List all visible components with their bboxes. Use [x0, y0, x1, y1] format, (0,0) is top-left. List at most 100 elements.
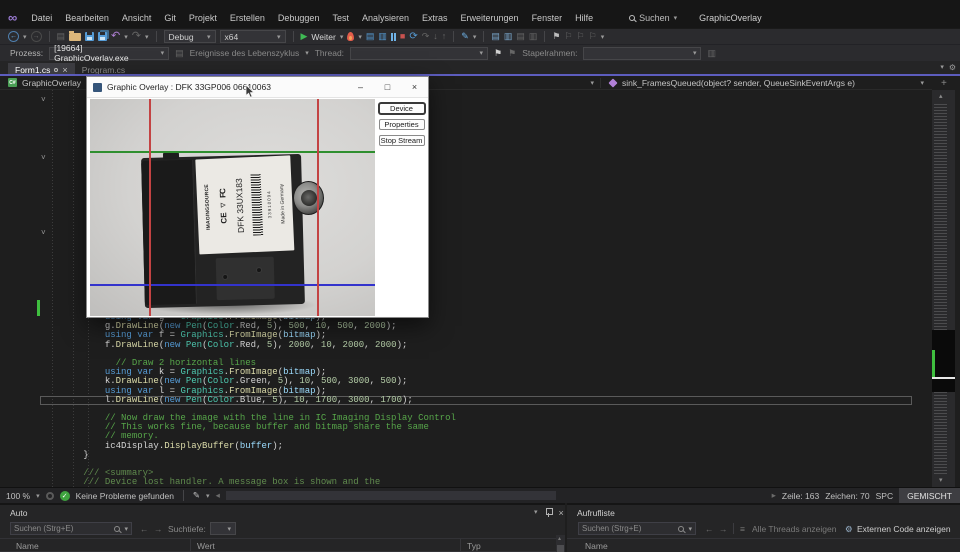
break-all-button[interactable] [391, 33, 396, 41]
show-diagnostics-icon[interactable]: ▤ [366, 32, 375, 41]
auto-vertical-scrollbar[interactable]: ▴ [556, 535, 565, 552]
code-line[interactable]: ic4Display.DisplayBuffer(buffer); [40, 442, 912, 451]
command-window-icon[interactable]: ▥ [504, 32, 513, 41]
open-folder-button[interactable] [69, 33, 81, 41]
menu-projekt[interactable]: Projekt [187, 12, 219, 24]
memory-window-icon[interactable]: ▤ [516, 32, 525, 41]
hot-reload-dropdown[interactable]: ▾ [358, 33, 362, 41]
spaces-indicator[interactable]: SPC [876, 491, 893, 501]
stop-debugging-button[interactable]: ■ [400, 32, 405, 41]
navigate-forward-button[interactable]: → [31, 31, 42, 42]
tab-list-dropdown[interactable]: ▾ [940, 63, 944, 72]
step-over-button[interactable]: ↷ [422, 32, 430, 41]
new-window-icon[interactable]: ▤ [57, 32, 66, 41]
code-line[interactable]: } [40, 451, 912, 460]
code-cleanup-dropdown[interactable]: ▾ [473, 33, 477, 41]
thread-dropdown[interactable]: ▾ [350, 47, 488, 60]
code-line[interactable]: /// Device lost handler. A message box i… [40, 478, 912, 487]
prev-bookmark-icon[interactable]: ⚐ [564, 32, 572, 41]
flag-threads-icon[interactable]: ⚑ [494, 49, 502, 58]
zoom-level[interactable]: 100 % [6, 491, 30, 501]
line-ending-indicator[interactable]: GEMISCHT [899, 488, 960, 504]
overlay-window-titlebar[interactable]: Graphic Overlay : DFK 33GP006 06610063 –… [87, 77, 428, 98]
graphic-overlay-window[interactable]: Graphic Overlay : DFK 33GP006 06610063 –… [86, 76, 429, 318]
column-separator[interactable] [460, 539, 461, 551]
show-external-code-toggle[interactable]: Externen Code anzeigen [857, 524, 951, 534]
menu-extras[interactable]: Extras [420, 12, 450, 24]
menu-erweiterungen[interactable]: Erweiterungen [459, 12, 521, 24]
pin-icon[interactable] [54, 68, 58, 72]
callstack-search-input[interactable]: Suchen (Strg+E) ▾ [578, 522, 696, 535]
properties-button[interactable]: Properties [379, 119, 425, 130]
close-icon[interactable]: × [559, 508, 564, 518]
bookmark-dropdown[interactable]: ▾ [601, 33, 605, 41]
column-header[interactable]: Name [585, 541, 608, 551]
search-prev-icon[interactable]: ← [140, 524, 149, 534]
minimize-button[interactable]: – [347, 77, 374, 98]
lifecycle-dropdown[interactable]: ▾ [305, 49, 309, 57]
lifecycle-events-icon[interactable]: ▤ [175, 49, 184, 58]
restart-button[interactable]: ⟳ [409, 32, 417, 41]
code-cleanup-icon[interactable]: ✎ [461, 32, 469, 41]
process-dropdown[interactable]: [19664] GraphicOverlay.exe▾ [49, 47, 169, 60]
menu-erstellen[interactable]: Erstellen [228, 12, 267, 24]
show-all-threads-toggle[interactable]: Alle Threads anzeigen [752, 524, 836, 534]
hot-reload-icon[interactable] [347, 32, 354, 41]
auto-window-title[interactable]: Auto [10, 508, 28, 518]
toggle-bookmark-icon[interactable]: ⚑ [552, 32, 560, 41]
split-editor-button[interactable]: + [941, 78, 947, 89]
device-button[interactable]: Device [379, 103, 425, 114]
menu-datei[interactable]: Datei [29, 12, 54, 24]
save-button[interactable] [85, 32, 94, 41]
zoom-dropdown[interactable]: ▾ [36, 492, 40, 500]
maximize-button[interactable]: □ [374, 77, 401, 98]
menu-fenster[interactable]: Fenster [530, 12, 565, 24]
close-tab-icon[interactable]: × [62, 66, 67, 74]
menu-analysieren[interactable]: Analysieren [360, 12, 411, 24]
gear-icon[interactable]: ⚙ [949, 63, 956, 72]
code-line-current[interactable]: l.DrawLine(new Pen(Color.Blue, 5), 10, 1… [40, 396, 912, 405]
immediate-window-icon[interactable]: ▤ [491, 32, 500, 41]
fold-chevron-icon[interactable]: ˅ [41, 96, 46, 104]
column-indicator[interactable]: Zeichen: 70 [825, 491, 869, 501]
scroll-up-icon[interactable]: ▴ [939, 92, 943, 100]
member-dropdown[interactable]: sink_FramesQueued(object? sender, QueueS… [600, 78, 932, 88]
minimap-scrollbar[interactable]: ▴ ▾ [932, 90, 955, 487]
undo-button[interactable]: ↶ [111, 32, 120, 41]
close-button[interactable]: × [401, 77, 428, 98]
continue-dropdown[interactable]: ▾ [340, 33, 344, 41]
auto-search-input[interactable]: Suchen (Strg+E) ▾ [10, 522, 132, 535]
external-code-icon[interactable]: ⚙ [845, 524, 853, 535]
code-line[interactable] [40, 460, 912, 469]
navigate-back-button[interactable]: ← [8, 31, 19, 42]
scroll-down-icon[interactable]: ▾ [939, 476, 943, 484]
navigate-back-dropdown[interactable]: ▾ [23, 33, 27, 41]
scroll-up-icon[interactable]: ▴ [558, 535, 561, 542]
problems-status[interactable]: Keine Probleme gefunden [76, 491, 174, 501]
menu-debuggen[interactable]: Debuggen [276, 12, 322, 24]
menu-bearbeiten[interactable]: Bearbeiten [63, 12, 111, 24]
menu-hilfe[interactable]: Hilfe [573, 12, 595, 24]
continue-label[interactable]: Weiter [311, 32, 335, 42]
stackframe-icon[interactable]: ▥ [707, 49, 716, 58]
menu-test[interactable]: Test [330, 12, 351, 24]
redo-dropdown[interactable]: ▾ [145, 33, 149, 41]
stop-stream-button[interactable]: Stop Stream [379, 135, 425, 146]
search-next-icon[interactable]: → [719, 524, 728, 534]
save-all-button[interactable] [98, 32, 107, 41]
fold-chevron-icon[interactable]: ˅ [41, 154, 46, 162]
attach-process-icon[interactable]: ▥ [378, 32, 387, 41]
lifecycle-events-label[interactable]: Ereignisse des Lebenszyklus [190, 48, 300, 58]
scroll-right-icon[interactable]: ▸ [772, 490, 776, 501]
health-indicator-icon[interactable] [46, 492, 54, 500]
undo-dropdown[interactable]: ▾ [124, 33, 128, 41]
code-line[interactable]: // This works fine, because buffer and b… [40, 423, 912, 432]
line-indicator[interactable]: Zeile: 163 [782, 491, 819, 501]
column-separator[interactable] [190, 539, 191, 551]
code-line[interactable]: f.DrawLine(new Pen(Color.Red, 5), 2000, … [40, 341, 912, 350]
continue-button[interactable]: ▶ [301, 32, 308, 41]
column-header[interactable]: Wert [197, 541, 215, 551]
search-next-icon[interactable]: → [154, 524, 163, 534]
menu-ansicht[interactable]: Ansicht [120, 12, 154, 24]
solution-config-dropdown[interactable]: Debug▾ [164, 30, 216, 43]
